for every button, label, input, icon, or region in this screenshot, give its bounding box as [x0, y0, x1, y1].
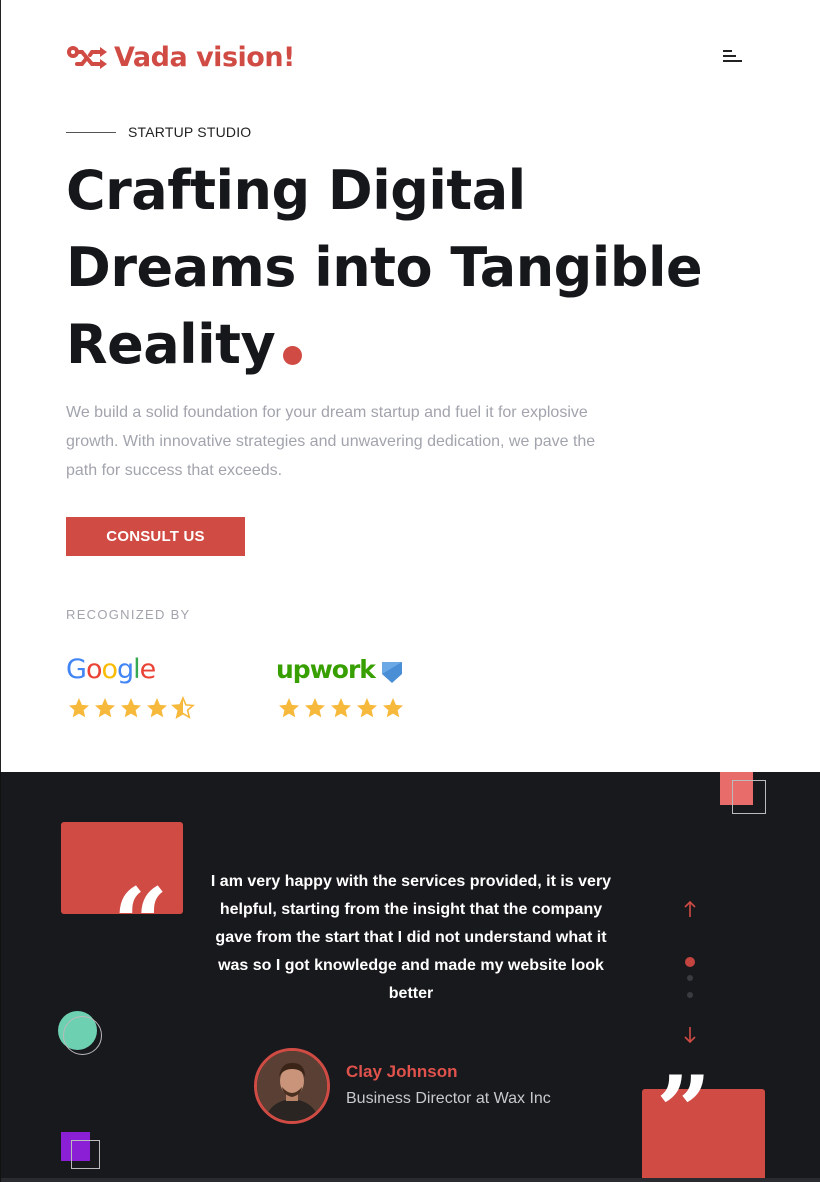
arrow-up-icon[interactable] — [682, 900, 698, 918]
upwork-wordmark: upwork — [276, 655, 376, 684]
logo[interactable]: Vada vision! — [66, 42, 295, 73]
headline-line-3: Reality — [66, 313, 276, 376]
logo-text: Vada vision! — [114, 42, 295, 73]
google-letter: e — [139, 654, 157, 685]
shield-badge-icon — [381, 662, 402, 683]
decor-square-outline — [71, 1140, 100, 1169]
google-letter: g — [117, 654, 134, 685]
star-half-icon — [171, 696, 195, 719]
eyebrow-text: STARTUP STUDIO — [128, 124, 252, 140]
star-rating — [276, 696, 406, 720]
person-portrait-icon — [257, 1051, 327, 1121]
eyebrow: STARTUP STUDIO — [66, 124, 251, 140]
google-rating: Google — [66, 652, 196, 720]
headline-line-1: Crafting Digital — [66, 159, 526, 222]
infinity-arrows-icon — [67, 45, 107, 69]
arrow-down-icon[interactable] — [682, 1026, 698, 1044]
testimonial-quote: I am very happy with the services provid… — [210, 873, 612, 1002]
avatar — [254, 1048, 330, 1124]
google-letter: o — [101, 654, 118, 685]
star-icon — [279, 698, 299, 718]
star-icon — [147, 698, 167, 718]
star-icon — [95, 698, 115, 718]
decor-circle-outline — [63, 1016, 102, 1055]
recognized-by-label: RECOGNIZED BY — [66, 607, 191, 622]
eyebrow-divider — [66, 131, 116, 133]
star-icon — [121, 698, 141, 718]
open-quote-icon: “ — [113, 867, 169, 980]
star-icon — [305, 698, 325, 718]
upwork-logo[interactable]: upwork — [276, 652, 406, 688]
google-logo[interactable]: Google — [66, 652, 196, 688]
section-divider — [1, 1178, 820, 1182]
star-rating — [66, 696, 196, 720]
headline-line-2: Dreams into Tangible — [66, 236, 703, 299]
close-quote-icon: ” — [656, 1055, 712, 1168]
pager-dot[interactable] — [687, 975, 693, 981]
star-icon — [331, 698, 351, 718]
author-name: Clay Johnson — [346, 1062, 458, 1081]
google-letter: o — [85, 654, 103, 685]
pager-dot[interactable] — [687, 992, 693, 998]
google-letter: G — [66, 654, 87, 685]
star-icon — [357, 698, 377, 718]
upwork-rating: upwork — [276, 652, 406, 720]
testimonial-section: “ I am very happy with the services prov… — [0, 772, 820, 1182]
page-title: Crafting Digital Dreams into Tangible Re… — [66, 152, 746, 383]
hamburger-menu-icon[interactable] — [723, 49, 743, 63]
author-role: Business Director at Wax Inc — [346, 1090, 551, 1107]
star-icon — [383, 698, 403, 718]
pager-dot-active[interactable] — [685, 957, 695, 967]
consult-us-button[interactable]: CONSULT US — [66, 517, 245, 556]
hero-description: We build a solid foundation for your dre… — [66, 404, 596, 479]
star-icon — [69, 698, 89, 718]
decor-square-outline — [732, 780, 766, 814]
accent-dot — [283, 346, 303, 365]
hero-section: Vada vision! STARTUP STUDIO Crafting Dig… — [0, 0, 820, 772]
